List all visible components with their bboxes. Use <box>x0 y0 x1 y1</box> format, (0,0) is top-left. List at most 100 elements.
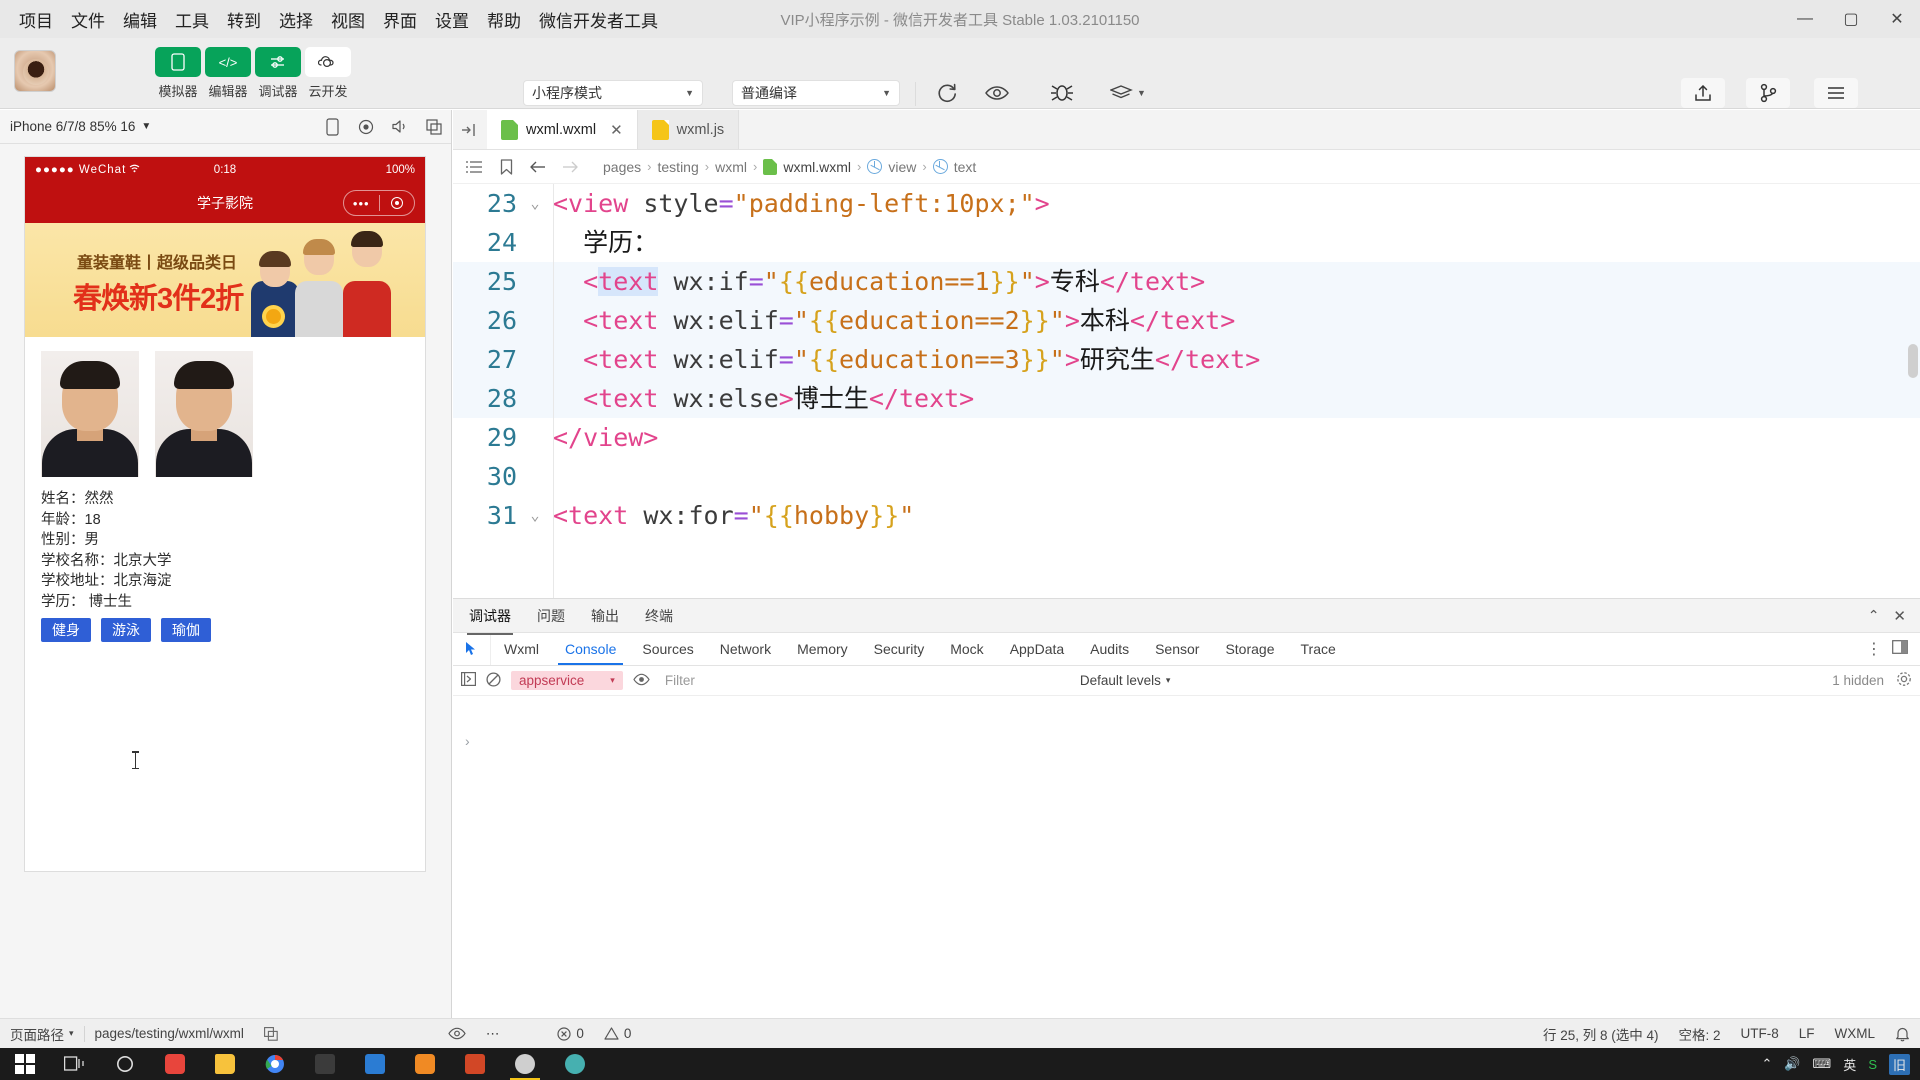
fold-toggle-icon[interactable]: ⌄ <box>525 496 545 535</box>
breadcrumb-wxml-dir[interactable]: wxml <box>715 159 747 175</box>
tab-appdata[interactable]: AppData <box>997 633 1077 665</box>
debugger-button[interactable] <box>255 47 301 77</box>
preview-button[interactable] <box>975 78 1019 108</box>
code-line[interactable]: 24 学历： <box>453 223 1920 262</box>
copy-icon[interactable] <box>254 1026 288 1041</box>
menu-item-tools[interactable]: 工具 <box>166 4 218 35</box>
toggle-sidebar-icon[interactable] <box>453 110 487 149</box>
cloud-dev-button[interactable] <box>305 47 351 77</box>
volume-icon[interactable]: 🔊 <box>1784 1056 1800 1072</box>
code-line[interactable]: 30 <box>453 457 1920 496</box>
record-icon[interactable] <box>349 114 383 140</box>
taskbar-typora[interactable] <box>300 1048 350 1080</box>
maximize-button[interactable]: ▢ <box>1828 0 1874 38</box>
indentation[interactable]: 空格: 2 <box>1668 1024 1730 1044</box>
code-line[interactable]: 23 ⌄ <view style="padding-left:10px;"> <box>453 184 1920 223</box>
menu-item-view[interactable]: 视图 <box>322 4 374 35</box>
cursor-position[interactable]: 行 25, 列 8 (选中 4) <box>1533 1024 1669 1044</box>
clear-console-icon[interactable] <box>486 671 501 690</box>
taskbar-vscode[interactable] <box>350 1048 400 1080</box>
breadcrumb-file[interactable]: wxml.wxml <box>783 159 851 175</box>
collapse-icon[interactable]: ⌃ <box>1868 607 1880 624</box>
tab-wxml-js[interactable]: wxml.js <box>637 110 740 149</box>
capsule-close-icon[interactable] <box>380 197 415 209</box>
menu-item-project[interactable]: 项目 <box>10 4 62 35</box>
panel-tab-problems[interactable]: 问题 <box>535 600 567 632</box>
back-icon[interactable] <box>525 160 551 174</box>
task-view-button[interactable] <box>50 1048 100 1080</box>
hobby-item[interactable]: 游泳 <box>101 618 151 642</box>
close-button[interactable]: ✕ <box>1874 0 1920 38</box>
execution-context-select[interactable]: appservice ▾ <box>511 671 623 690</box>
console-output[interactable]: › <box>453 727 1920 1018</box>
promo-banner[interactable]: 童装童鞋丨超级品类日 春焕新3件2折 <box>25 223 425 337</box>
compile-select[interactable]: 普通编译 ▼ <box>732 80 900 106</box>
editor-scrollbar[interactable] <box>1908 344 1918 378</box>
eye-icon[interactable] <box>438 1027 476 1040</box>
breadcrumb-view[interactable]: view <box>888 159 916 175</box>
device-select[interactable]: iPhone 6/7/8 85% 16 <box>10 119 135 134</box>
tab-security[interactable]: Security <box>861 633 938 665</box>
code-line[interactable]: 27 <text wx:elif="{{education==3}}">研究生<… <box>453 340 1920 379</box>
menu-item-file[interactable]: 文件 <box>62 4 114 35</box>
start-button[interactable] <box>0 1048 50 1080</box>
forward-icon[interactable] <box>557 160 583 174</box>
taskbar-app-c[interactable] <box>150 1048 200 1080</box>
more-options-icon[interactable]: ⋮ <box>1866 639 1882 659</box>
code-line[interactable]: 28 <text wx:else>博士生</text> <box>453 379 1920 418</box>
breadcrumb-text[interactable]: text <box>954 159 977 175</box>
menu-item-select[interactable]: 选择 <box>270 4 322 35</box>
code-line[interactable]: 31 ⌄ <text wx:for="{{hobby}}" <box>453 496 1920 535</box>
copy-icon[interactable] <box>417 114 451 140</box>
tab-audits[interactable]: Audits <box>1077 633 1142 665</box>
tray-expand-icon[interactable]: ⌃ <box>1761 1056 1772 1072</box>
page-path-label[interactable]: 页面路径 ▾ <box>0 1024 84 1044</box>
panel-tab-output[interactable]: 输出 <box>589 600 621 632</box>
simulator-button[interactable] <box>155 47 201 77</box>
version-management-button[interactable] <box>1746 78 1790 108</box>
bookmark-icon[interactable] <box>493 158 519 175</box>
volume-icon[interactable] <box>383 114 417 140</box>
upload-button[interactable] <box>1681 78 1725 108</box>
menu-item-settings[interactable]: 设置 <box>426 4 478 35</box>
outline-icon[interactable] <box>461 160 487 174</box>
mode-select[interactable]: 小程序模式 ▼ <box>523 80 703 106</box>
more-icon[interactable]: ⋯ <box>476 1026 510 1042</box>
dock-side-icon[interactable] <box>1892 639 1908 659</box>
menu-item-goto[interactable]: 转到 <box>218 4 270 35</box>
console-filter-input[interactable]: Filter <box>659 670 930 691</box>
tab-console[interactable]: Console <box>552 633 629 665</box>
phone-icon[interactable] <box>315 114 349 140</box>
tab-wxml[interactable]: Wxml <box>491 633 552 665</box>
tab-storage[interactable]: Storage <box>1212 633 1287 665</box>
tab-network[interactable]: Network <box>707 633 784 665</box>
tab-memory[interactable]: Memory <box>784 633 861 665</box>
taskbar-app-teal[interactable] <box>550 1048 600 1080</box>
code-line[interactable]: 25 <text wx:if="{{education==1}}">专科</te… <box>453 262 1920 301</box>
clear-cache-button[interactable]: ▼ <box>1100 78 1156 108</box>
menu-item-interface[interactable]: 界面 <box>374 4 426 35</box>
details-button[interactable] <box>1814 78 1858 108</box>
tab-trace[interactable]: Trace <box>1288 633 1349 665</box>
eye-icon[interactable] <box>633 673 650 689</box>
hobby-item[interactable]: 健身 <box>41 618 91 642</box>
menu-item-edit[interactable]: 编辑 <box>114 4 166 35</box>
cortana-button[interactable] <box>100 1048 150 1080</box>
execute-icon[interactable] <box>461 672 477 689</box>
hobby-item[interactable]: 瑜伽 <box>161 618 211 642</box>
line-ending[interactable]: LF <box>1789 1026 1825 1041</box>
compile-button[interactable] <box>925 78 969 108</box>
bell-icon[interactable] <box>1885 1026 1920 1042</box>
page-path-value[interactable]: pages/testing/wxml/wxml <box>85 1026 254 1041</box>
taskbar-chrome[interactable] <box>250 1048 300 1080</box>
tab-sensor[interactable]: Sensor <box>1142 633 1212 665</box>
editor-button[interactable]: </> <box>205 47 251 77</box>
tab-mock[interactable]: Mock <box>937 633 996 665</box>
menu-item-help[interactable]: 帮助 <box>478 4 530 35</box>
taskbar-file-explorer[interactable] <box>200 1048 250 1080</box>
project-avatar[interactable] <box>14 50 56 92</box>
taskbar-wechat-devtools[interactable] <box>500 1048 550 1080</box>
real-device-debug-button[interactable] <box>1040 78 1084 108</box>
close-icon[interactable]: ✕ <box>1893 607 1906 625</box>
gear-icon[interactable] <box>1896 671 1912 690</box>
